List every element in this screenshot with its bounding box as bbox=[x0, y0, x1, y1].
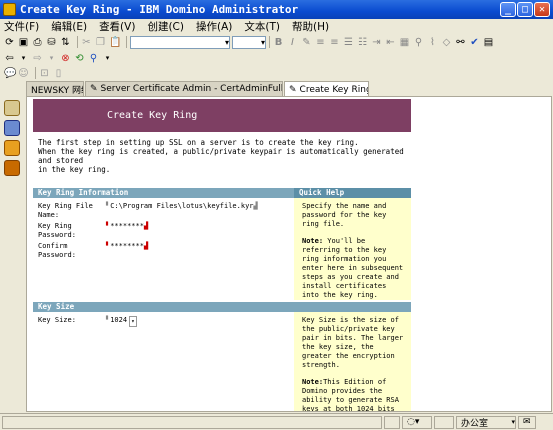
section-header: Key Ring Information bbox=[33, 188, 294, 198]
tab-label: NEWSKY 网络域 bbox=[31, 85, 83, 96]
section-header: Key Size bbox=[33, 302, 294, 312]
page-banner: Create Key Ring bbox=[33, 99, 411, 132]
back-icon[interactable]: ⇦ bbox=[4, 53, 15, 64]
mail-status-icon[interactable]: ✉ bbox=[518, 415, 536, 429]
document-icon: ✎ bbox=[289, 84, 297, 95]
print-icon[interactable]: ⎙ bbox=[32, 37, 43, 48]
contacts-icon[interactable] bbox=[4, 140, 20, 156]
shape-icon[interactable]: ◇ bbox=[441, 37, 452, 48]
menu-bar: 文件(F) 编辑(E) 查看(V) 创建(C) 操作(A) 文本(T) 帮助(H… bbox=[0, 19, 553, 34]
bookmark-bar bbox=[0, 96, 24, 411]
spellcheck-icon[interactable]: ✔ bbox=[469, 37, 480, 48]
search-dropdown-icon[interactable]: ▾ bbox=[102, 53, 113, 64]
replicator-icon[interactable] bbox=[4, 160, 20, 176]
outdent-icon[interactable]: ⇤ bbox=[385, 37, 396, 48]
key-size-select[interactable]: 1024 bbox=[110, 316, 127, 325]
calendar-icon[interactable] bbox=[4, 120, 20, 136]
attach-icon[interactable]: ⌇ bbox=[427, 37, 438, 48]
link-icon[interactable]: ⚲ bbox=[413, 37, 424, 48]
copy-icon[interactable]: ❐ bbox=[95, 37, 106, 48]
intro-text: The first step in setting up SSL on a se… bbox=[38, 138, 404, 174]
search-icon[interactable]: ⚲ bbox=[88, 53, 99, 64]
binoculars-icon[interactable]: ⚯ bbox=[455, 37, 466, 48]
document-icon: ✎ bbox=[90, 84, 98, 94]
menu-text[interactable]: 文本(T) bbox=[244, 19, 280, 34]
replicate-icon[interactable]: ⇅ bbox=[60, 37, 71, 48]
bold-icon[interactable]: B bbox=[273, 37, 284, 48]
quick-help-panel: Specify the name and password for the ke… bbox=[294, 198, 411, 300]
style-combo[interactable]: ▾ bbox=[130, 35, 230, 49]
people-icon[interactable]: ☺ bbox=[18, 68, 29, 79]
save-icon[interactable]: ▣ bbox=[18, 37, 29, 48]
status-bar: ◌▾ 办公室 ▾ ✉ bbox=[0, 413, 553, 430]
dropdown-icon[interactable]: ▾ bbox=[129, 316, 137, 327]
key-size-section: Key Size Key Size: ▘ 1024 ▾ Key Size is … bbox=[33, 302, 411, 411]
forward-dropdown-icon[interactable]: ▾ bbox=[46, 53, 57, 64]
tab-domain[interactable]: NEWSKY 网络域 bbox=[26, 81, 84, 96]
document-icon[interactable]: ▯ bbox=[53, 68, 64, 79]
key-ring-file-row: Key Ring File Name: ▘ C:\Program Files\l… bbox=[38, 202, 258, 219]
align-center-icon[interactable]: ≡ bbox=[329, 37, 340, 48]
lock-icon[interactable]: ⊡ bbox=[39, 68, 50, 79]
minimize-button[interactable]: _ bbox=[500, 2, 516, 17]
key-icon[interactable]: ◌▾ bbox=[402, 415, 432, 429]
stop-icon[interactable]: ⊗ bbox=[60, 53, 71, 64]
domino-app-icon bbox=[3, 3, 16, 16]
menu-help[interactable]: 帮助(H) bbox=[292, 19, 329, 34]
tab-label: Create Key Ring bbox=[299, 84, 369, 95]
close-button[interactable]: ✕ bbox=[534, 2, 550, 17]
mail-icon[interactable] bbox=[4, 100, 20, 116]
confirm-password-row: Confirm Password: ▘ ******** ▟ bbox=[38, 242, 149, 259]
tab-create-key-ring[interactable]: ✎ Create Key Ring ✕ bbox=[284, 81, 369, 97]
bullet-list-icon[interactable]: ☰ bbox=[343, 37, 354, 48]
menu-edit[interactable]: 编辑(E) bbox=[51, 19, 87, 34]
menu-create[interactable]: 创建(C) bbox=[147, 19, 184, 34]
location-selector[interactable]: 办公室 ▾ bbox=[456, 415, 516, 429]
tab-strip: NEWSKY 网络域 ✎ Server Certificate Admin - … bbox=[26, 81, 553, 97]
key-ring-file-field[interactable]: C:\Program Files\lotus\keyfile.kyr bbox=[110, 202, 253, 211]
chat-icon[interactable]: 💬 bbox=[4, 68, 16, 79]
toolbar-main: ⟳ ▣ ⎙ ⛁ ⇅ ✂ ❐ 📋 ▾ ▾ B I ✎ ≡ ≡ ☰ ☷ ⇥ ⇤ ▦ … bbox=[0, 34, 553, 50]
toolbar-secondary: 💬 ☺ ⊡ ▯ bbox=[0, 65, 553, 81]
image-icon[interactable]: ▤ bbox=[483, 37, 494, 48]
quick-help-header: Quick Help bbox=[294, 188, 411, 198]
status-indicator-2 bbox=[434, 415, 454, 429]
menu-file[interactable]: 文件(F) bbox=[4, 19, 39, 34]
key-ring-section: Key Ring Information Quick Help Key Ring… bbox=[33, 188, 411, 300]
status-message bbox=[2, 415, 382, 429]
highlight-icon[interactable]: ✎ bbox=[301, 37, 312, 48]
key-size-help-panel: Key Size is the size of the public/priva… bbox=[294, 312, 411, 411]
number-list-icon[interactable]: ☷ bbox=[357, 37, 368, 48]
toolbar-navigation: ⇦ ▾ ⇨ ▾ ⊗ ⟲ ⚲ ▾ bbox=[0, 50, 553, 66]
status-indicator bbox=[384, 415, 400, 429]
cut-icon[interactable]: ✂ bbox=[81, 37, 92, 48]
key-ring-form: Create Key Ring The first step in settin… bbox=[33, 97, 411, 411]
menu-actions[interactable]: 操作(A) bbox=[196, 19, 232, 34]
tab-cert-admin[interactable]: ✎ Server Certificate Admin - CertAdminFu… bbox=[85, 81, 283, 96]
forward-icon[interactable]: ⇨ bbox=[32, 53, 43, 64]
window-title: Create Key Ring - IBM Domino Administrat… bbox=[20, 3, 299, 16]
maximize-button[interactable]: □ bbox=[517, 2, 533, 17]
table-icon[interactable]: ▦ bbox=[399, 37, 410, 48]
paste-icon[interactable]: 📋 bbox=[109, 37, 121, 48]
italic-icon[interactable]: I bbox=[287, 37, 298, 48]
confirm-password-field[interactable]: ******** bbox=[110, 242, 144, 251]
tab-label: Server Certificate Admin - CertAdminFull… bbox=[100, 84, 283, 94]
back-dropdown-icon[interactable]: ▾ bbox=[18, 53, 29, 64]
key-ring-password-row: Key Ring Password: ▘ ******** ▟ bbox=[38, 222, 149, 239]
reload-icon[interactable]: ⟲ bbox=[74, 53, 85, 64]
align-left-icon[interactable]: ≡ bbox=[315, 37, 326, 48]
indent-icon[interactable]: ⇥ bbox=[371, 37, 382, 48]
key-ring-password-field[interactable]: ******** bbox=[110, 222, 144, 231]
menu-view[interactable]: 查看(V) bbox=[99, 19, 135, 34]
title-bar: Create Key Ring - IBM Domino Administrat… bbox=[0, 0, 553, 19]
font-combo[interactable]: ▾ bbox=[232, 35, 266, 49]
page-title: Create Key Ring bbox=[107, 110, 198, 121]
key-size-row: Key Size: ▘ 1024 ▾ bbox=[38, 316, 137, 327]
database-icon[interactable]: ⛁ bbox=[46, 37, 57, 48]
refresh-icon[interactable]: ⟳ bbox=[4, 37, 15, 48]
document-view: Create Key Ring The first step in settin… bbox=[26, 96, 552, 412]
